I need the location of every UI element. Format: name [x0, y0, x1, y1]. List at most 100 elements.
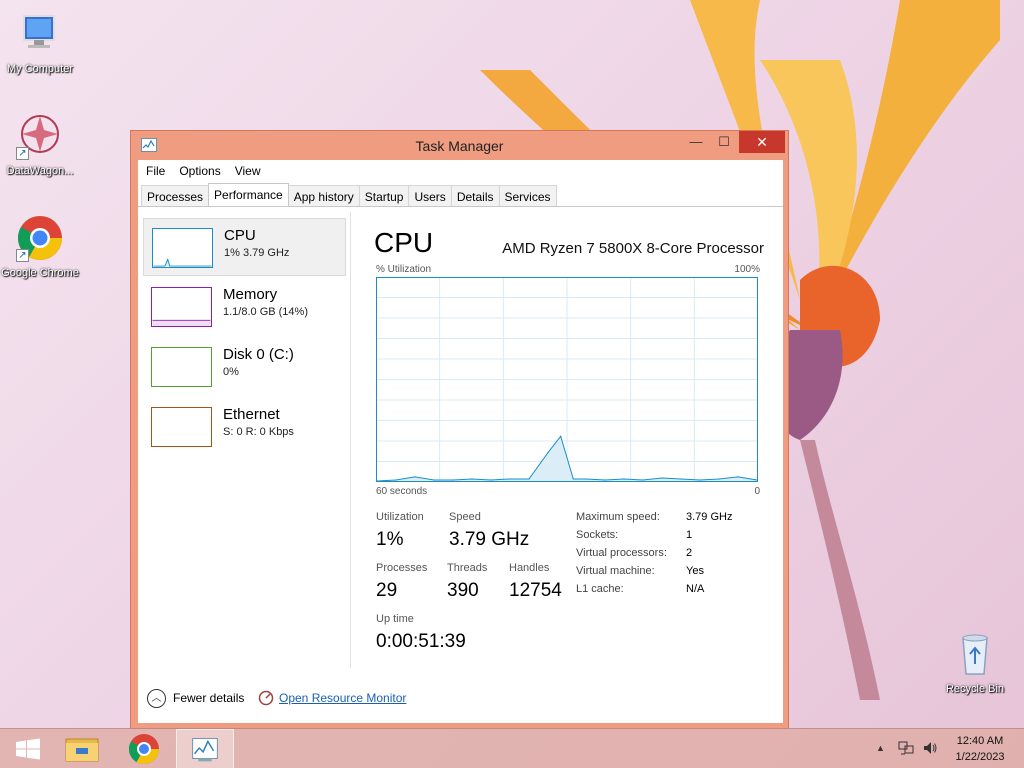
- memory-thumbnail-graph: [151, 287, 212, 327]
- tab-performance[interactable]: Performance: [208, 183, 289, 206]
- cpu-data-point: [661, 477, 663, 479]
- chart-grid: [377, 278, 757, 481]
- spec-label-virtual-machine: Virtual machine:: [576, 565, 655, 577]
- cpu-data-point: [680, 478, 682, 480]
- stat-value: 29: [376, 580, 398, 601]
- stat-label: Threads: [447, 562, 488, 574]
- desktop-icon-label: DataWagon...: [6, 165, 74, 177]
- minimize-button[interactable]: —: [683, 131, 709, 153]
- folder-icon: [65, 738, 99, 762]
- cpu-data-point: [452, 479, 454, 481]
- sidebar-item-detail: 1.1/8.0 GB (14%): [223, 306, 308, 318]
- time-axis-end: 0: [754, 486, 760, 497]
- sidebar-item-memory[interactable]: Memory 1.1/8.0 GB (14%): [143, 278, 346, 336]
- clock-date[interactable]: 1/22/2023: [944, 751, 1016, 763]
- spec-label-virtual-processors: Virtual processors:: [576, 547, 667, 559]
- desktop-icon-label: Recycle Bin: [945, 683, 1005, 695]
- sidebar-item-cpu[interactable]: CPU 1% 3.79 GHz: [143, 218, 346, 276]
- sidebar-item-detail: S: 0 R: 0 Kbps: [223, 426, 294, 438]
- cpu-data-point: [490, 479, 492, 481]
- windows-logo-icon: [16, 738, 40, 760]
- menu-file[interactable]: File: [146, 164, 165, 178]
- disk-thumbnail-graph: [151, 347, 212, 387]
- stat-speed: Speed 3.79 GHz: [449, 511, 529, 551]
- cpu-graph-svg: [376, 277, 758, 482]
- cpu-data-point: [395, 479, 397, 481]
- cpu-data-point: [718, 478, 720, 480]
- title-bar[interactable]: Task Manager — ☐ ✕: [131, 131, 788, 160]
- sidebar-item-ethernet[interactable]: Ethernet S: 0 R: 0 Kbps: [143, 398, 346, 456]
- network-icon[interactable]: [898, 740, 914, 756]
- window-footer: ︿ Fewer details Open Resource Monitor: [138, 680, 783, 720]
- desktop-icon-datawagon[interactable]: ↗ DataWagon...: [0, 112, 80, 178]
- maximize-button[interactable]: ☐: [711, 131, 737, 153]
- tab-app-history[interactable]: App history: [287, 185, 360, 206]
- datawagon-icon: ↗: [16, 112, 64, 160]
- open-resource-monitor-link[interactable]: Open Resource Monitor: [279, 691, 406, 705]
- time-axis-label: 60 seconds: [376, 486, 428, 497]
- clock-time[interactable]: 12:40 AM: [944, 735, 1016, 747]
- chrome-icon: [128, 734, 159, 765]
- task-manager-window[interactable]: Task Manager — ☐ ✕ File Options View Pro…: [130, 130, 789, 729]
- cpu-thumbnail-graph: [152, 228, 213, 268]
- cpu-data-point: [623, 478, 625, 480]
- cpu-data-point: [547, 452, 549, 454]
- stat-label: Up time: [376, 613, 414, 625]
- computer-icon: [16, 10, 64, 58]
- chrome-taskbar-button[interactable]: [116, 729, 172, 768]
- stat-label: Handles: [509, 562, 550, 574]
- resource-sidebar: CPU 1% 3.79 GHz Memory 1.1/8.0 GB (14%) …: [138, 207, 350, 667]
- spec-label-max-speed: Maximum speed:: [576, 511, 660, 523]
- taskbar: ▲ 12:40 AM 1/22/2023: [0, 728, 1024, 768]
- desktop-icon-google-chrome[interactable]: ↗ Google Chrome: [0, 214, 80, 280]
- window-client-area: File Options View Processes Performance …: [138, 160, 783, 723]
- chevron-up-icon[interactable]: ︿: [147, 689, 166, 708]
- tab-users[interactable]: Users: [408, 185, 452, 206]
- volume-icon[interactable]: [922, 740, 938, 756]
- cpu-detail-panel: CPU AMD Ryzen 7 5800X 8-Core Processor %…: [370, 207, 770, 667]
- cpu-data-point: [604, 479, 606, 481]
- resource-monitor-icon: [258, 690, 274, 706]
- sidebar-item-detail: 1% 3.79 GHz: [224, 247, 290, 259]
- file-explorer-taskbar-button[interactable]: [54, 729, 110, 768]
- tab-services[interactable]: Services: [498, 185, 557, 206]
- utilization-axis-max: 100%: [734, 264, 760, 275]
- stat-label: Speed: [449, 511, 481, 523]
- cpu-data-point: [414, 476, 416, 478]
- utilization-axis-label: % Utilization: [376, 264, 432, 275]
- stat-value: 3.79 GHz: [449, 529, 530, 550]
- tab-processes[interactable]: Processes: [141, 185, 210, 206]
- stat-label: Utilization: [376, 511, 424, 523]
- desktop-icon-recycle-bin[interactable]: Recycle Bin: [935, 630, 1015, 696]
- tab-details[interactable]: Details: [450, 185, 500, 206]
- close-button[interactable]: ✕: [739, 131, 785, 153]
- spec-label-sockets: Sockets:: [576, 529, 619, 541]
- spec-value-max-speed: 3.79 GHz: [686, 511, 733, 523]
- menu-view[interactable]: View: [235, 164, 261, 178]
- cpu-model-name: AMD Ryzen 7 5800X 8-Core Processor: [502, 240, 764, 257]
- stat-label: Processes: [376, 562, 428, 574]
- show-hidden-icons-button[interactable]: ▲: [876, 743, 885, 753]
- desktop-icon-label: Google Chrome: [1, 267, 79, 279]
- cpu-data-point: [737, 476, 739, 478]
- stat-handles: Handles 12754: [509, 562, 562, 602]
- cpu-data-point: [528, 478, 530, 480]
- stat-value: 1%: [376, 529, 404, 550]
- start-button[interactable]: [0, 729, 56, 768]
- ethernet-thumbnail-graph: [151, 407, 212, 447]
- spec-value-virtual-machine: Yes: [686, 565, 704, 577]
- sidebar-item-disk[interactable]: Disk 0 (C:) 0%: [143, 338, 346, 396]
- sidebar-divider: [350, 212, 351, 668]
- stat-threads: Threads 390: [447, 562, 487, 602]
- stat-value: 0:00:51:39: [376, 631, 466, 652]
- menu-options[interactable]: Options: [179, 164, 220, 178]
- shortcut-arrow-icon: ↗: [16, 147, 29, 160]
- desktop-icon-my-computer[interactable]: My Computer: [0, 10, 80, 76]
- tab-startup[interactable]: Startup: [358, 185, 410, 206]
- tab-strip: Processes Performance App history Startu…: [141, 183, 557, 206]
- task-manager-taskbar-button[interactable]: [176, 729, 234, 768]
- fewer-details-button[interactable]: Fewer details: [173, 691, 244, 705]
- sidebar-item-label: Disk 0 (C:): [223, 346, 294, 363]
- cpu-data-point: [433, 479, 435, 481]
- cpu-data-point: [585, 478, 587, 480]
